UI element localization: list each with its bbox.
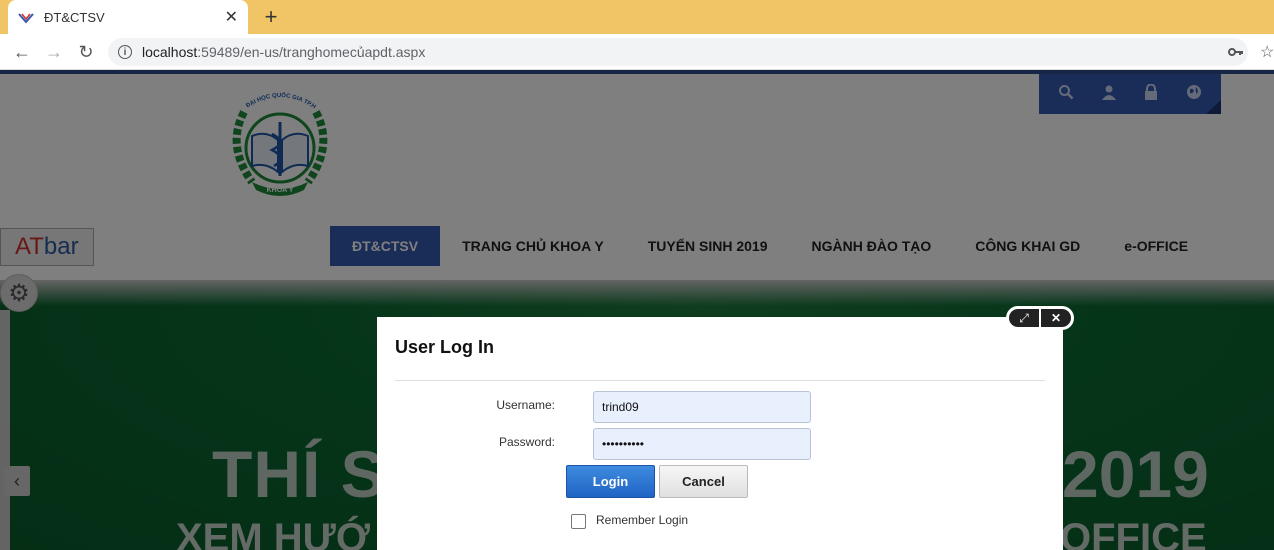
- address-toolbar: ← → ↻ i localhost:59489/en-us/tranghomec…: [0, 34, 1274, 70]
- back-arrow-icon[interactable]: ←: [10, 41, 34, 63]
- dialog-title: User Log In: [395, 337, 495, 357]
- tab-title: ĐT&CTSV: [44, 9, 105, 25]
- password-label: Password:: [498, 435, 555, 449]
- cancel-button[interactable]: Cancel: [659, 465, 748, 498]
- password-field[interactable]: ••••••••••: [593, 428, 811, 460]
- site-info-icon[interactable]: i: [118, 45, 132, 59]
- maximize-icon[interactable]: ⤢: [1009, 309, 1039, 327]
- username-field[interactable]: trind09: [593, 391, 811, 423]
- url-text: localhost:59489/en-us/tranghomecủapdt.as…: [142, 44, 426, 60]
- close-icon[interactable]: ✕: [1041, 309, 1071, 327]
- forward-arrow-icon[interactable]: →: [42, 41, 66, 63]
- dialog-divider: [395, 380, 1045, 381]
- login-button[interactable]: Login: [566, 465, 655, 498]
- site-favicon-icon: [18, 11, 34, 24]
- tab-close-icon[interactable]: ✕: [225, 7, 238, 27]
- remember-login-checkbox[interactable]: [571, 514, 586, 529]
- new-tab-icon[interactable]: +: [258, 4, 284, 30]
- key-icon[interactable]: [1228, 44, 1244, 60]
- reload-icon[interactable]: ↻: [74, 41, 98, 63]
- dialog-controls: ⤢ ✕: [1006, 306, 1074, 330]
- browser-tab-bar: ĐT&CTSV ✕ +: [0, 0, 1274, 34]
- login-dialog: User Log In Username: trind09 Password: …: [377, 317, 1063, 550]
- browser-tab[interactable]: ĐT&CTSV ✕: [8, 0, 248, 34]
- page-content: KHOA Y ĐẠI HỌC QUỐC GIA TP.HỒ CHÍ MINH A…: [0, 70, 1274, 550]
- username-label: Username:: [496, 398, 555, 412]
- remember-login-label: Remember Login: [596, 513, 689, 527]
- bookmark-star-icon[interactable]: ☆: [1260, 42, 1274, 62]
- url-bar[interactable]: i localhost:59489/en-us/tranghomecủapdt.…: [108, 38, 1248, 66]
